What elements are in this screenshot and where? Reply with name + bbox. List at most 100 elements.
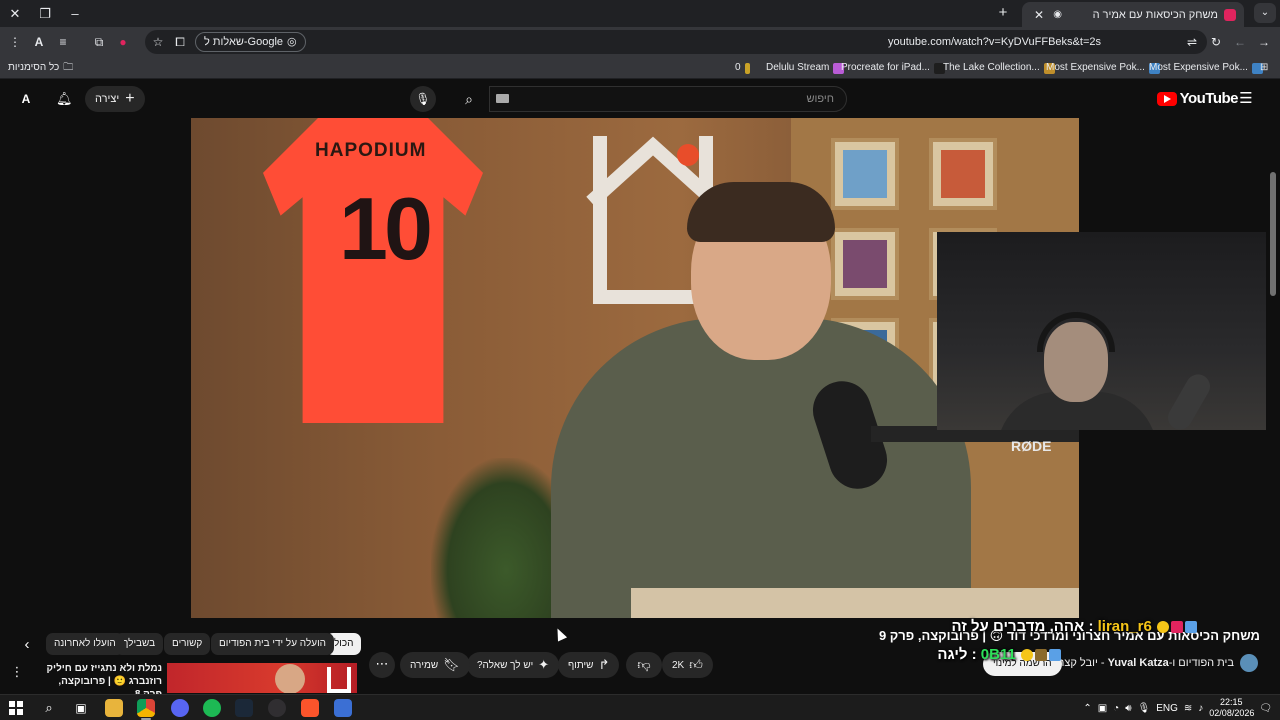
speaker-icon[interactable]: ♪ xyxy=(1198,703,1203,714)
address-bar[interactable]: ☆ ⧠ שאלות ל-Google ◎ youtube.com/watch?v… xyxy=(145,30,1207,54)
extension-icon[interactable]: ● xyxy=(114,33,132,51)
bookmark-counter[interactable]: 0 xyxy=(735,59,750,77)
guide-menu-icon[interactable]: ☰ xyxy=(1238,91,1254,107)
google-ask-chip[interactable]: שאלות ל-Google ◎ xyxy=(195,32,306,52)
mouse-cursor-icon xyxy=(552,626,568,642)
system-tray: ⌃ ▣ ◔ 🔊︎ 🎙︎ ENG ≋ ♪ 22:15 02/08/2026 🗨︎ xyxy=(1083,695,1272,720)
voice-search-icon[interactable]: 🎙︎ xyxy=(410,86,436,112)
discord-icon[interactable] xyxy=(171,699,189,717)
create-button[interactable]: יצירה + xyxy=(85,86,145,112)
chat-text: ליגה xyxy=(937,646,968,663)
forward-icon[interactable]: ← xyxy=(1231,33,1249,51)
minimize-window-icon[interactable]: – xyxy=(60,0,90,27)
channel-avatar[interactable] xyxy=(1240,654,1258,672)
account-avatar[interactable]: A xyxy=(17,90,35,108)
install-app-icon[interactable]: ⧠ xyxy=(171,33,189,51)
thumbs-down-icon: 👎︎ xyxy=(637,657,651,672)
bookmark-item[interactable]: Procreate for iPad... xyxy=(841,59,945,77)
wifi-icon[interactable]: ≋ xyxy=(1184,703,1192,714)
chat-message: 0B11 : ליגה xyxy=(937,646,1062,663)
notifications-icon[interactable]: 🗨︎ xyxy=(1259,703,1272,714)
share-icon: ↱ xyxy=(598,657,610,672)
steam-icon[interactable] xyxy=(235,699,253,717)
taskbar-search-icon[interactable]: ⌕ xyxy=(40,699,58,717)
channel-name[interactable]: בית הפודיום ו-Yuval Katza - יובל קצה xyxy=(1057,657,1234,669)
new-tab-button[interactable]: + xyxy=(994,4,1012,22)
tray-app-icon[interactable]: ▣ xyxy=(1098,703,1107,714)
keyboard-icon[interactable] xyxy=(496,94,509,103)
media-controls-icon[interactable]: ≡ xyxy=(54,33,72,51)
share-label: שיתוף xyxy=(568,659,594,671)
bookmark-item[interactable]: The Lake Collection... xyxy=(943,59,1055,77)
notifications-bell-icon[interactable]: 🔔︎ xyxy=(56,91,73,107)
tab-title: משחק הכיסאות עם אמיר ה xyxy=(1092,8,1218,21)
dislike-button[interactable]: 👎︎ xyxy=(626,652,662,678)
browser-tab-bar: ✕ ❐ – + משחק הכיסאות עם אמיר ה ◉ ✕ ⌄ xyxy=(0,0,1280,27)
clock[interactable]: 22:15 02/08/2026 xyxy=(1209,697,1254,719)
reload-icon[interactable]: ↻ xyxy=(1207,33,1225,51)
save-button[interactable]: 🔖︎ שמירה xyxy=(400,652,470,678)
site-settings-icon[interactable]: ⇌ xyxy=(1183,33,1201,51)
mic-tray-icon[interactable]: 🎙︎ xyxy=(1138,703,1151,714)
thumbs-up-icon: 👍︎ xyxy=(689,657,703,672)
chrome-icon[interactable] xyxy=(137,699,155,717)
start-button[interactable] xyxy=(9,701,23,715)
brave-icon[interactable] xyxy=(301,699,319,717)
menu-dots-icon[interactable]: ⋮ xyxy=(6,33,24,51)
share-button[interactable]: ↱ שיתוף xyxy=(558,652,620,678)
ask-button[interactable]: ✦ יש לך שאלה? xyxy=(467,652,560,678)
page-scrollbar[interactable] xyxy=(1266,80,1280,694)
chip-related[interactable]: קשורים xyxy=(164,633,211,655)
more-actions-icon[interactable]: ⋯ xyxy=(369,652,395,678)
tray-overflow-icon[interactable]: ⌃ xyxy=(1083,703,1091,714)
chip-recent[interactable]: הועלו לאחרונה xyxy=(46,633,124,655)
tab-active[interactable]: משחק הכיסאות עם אמיר ה ◉ ✕ xyxy=(1022,2,1244,27)
extensions-icon[interactable]: ⧉ xyxy=(90,33,108,51)
chat-badge-icon xyxy=(1049,649,1061,662)
scroll-thumb[interactable] xyxy=(1270,172,1276,296)
thumbnail-face xyxy=(275,664,305,693)
chip-uploaded-by[interactable]: הועלה על ידי בית הפודיום xyxy=(211,633,335,655)
back-icon[interactable]: → xyxy=(1255,33,1273,51)
chat-badge-icon xyxy=(1157,621,1169,634)
task-view-icon[interactable]: ▣ xyxy=(72,699,90,717)
bookmark-item[interactable]: Most Expensive Pok... xyxy=(1046,59,1160,77)
search-input[interactable] xyxy=(490,87,846,111)
chevron-left-icon[interactable]: ‹ xyxy=(18,634,36,656)
like-button[interactable]: 👍︎ 2K xyxy=(662,652,713,678)
bookmark-item[interactable]: Most Expensive Pok... xyxy=(1149,59,1263,77)
apps-grid-icon[interactable]: ⊞ xyxy=(1260,59,1268,77)
obs-icon[interactable] xyxy=(268,699,286,717)
channel-line-prefix: בית הפודיום ו- xyxy=(1168,657,1234,669)
chat-badge-icon xyxy=(1021,649,1033,662)
spotify-icon[interactable] xyxy=(203,699,221,717)
audio-playing-icon[interactable]: ◉ xyxy=(1048,9,1062,20)
bookmark-item[interactable]: Delulu Stream xyxy=(766,59,845,77)
volume-icon[interactable]: 🔊︎ xyxy=(1125,703,1131,714)
plus-icon: + xyxy=(125,90,135,107)
youtube-logo[interactable]: YouTube xyxy=(1156,90,1239,107)
close-window-icon[interactable]: ✕ xyxy=(0,0,30,27)
youtube-logo-text: YouTube xyxy=(1179,90,1239,107)
bookmark-star-icon[interactable]: ☆ xyxy=(149,33,167,51)
language-indicator[interactable]: ENG xyxy=(1156,703,1178,714)
all-bookmarks-button[interactable]: כל הסימניות 🗀 xyxy=(8,59,73,77)
bookmarks-bar: כל הסימניות 🗀 0 Delulu Stream Procreate … xyxy=(0,57,1280,79)
chat-badge-icon xyxy=(1185,621,1197,634)
file-explorer-icon[interactable] xyxy=(105,699,123,717)
recommendation-menu-icon[interactable]: ⋮ xyxy=(10,664,24,680)
search-icon[interactable]: ⌕ xyxy=(450,86,488,112)
network-icon[interactable]: ◔ xyxy=(1113,703,1119,714)
restore-window-icon[interactable]: ❐ xyxy=(30,0,60,27)
profile-icon[interactable]: A xyxy=(30,33,48,51)
jersey-number: 10 xyxy=(339,179,433,278)
folder-icon: 🗀 xyxy=(63,62,74,73)
recommendation-thumbnail[interactable] xyxy=(167,663,357,693)
app-icon[interactable] xyxy=(334,699,352,717)
youtube-favicon-icon xyxy=(1224,8,1236,21)
close-tab-icon[interactable]: ✕ xyxy=(1030,8,1044,22)
tab-search-button[interactable]: ⌄ xyxy=(1254,3,1276,23)
url-text: youtube.com/watch?v=KyDVuFFBeks&t=2s xyxy=(888,36,1101,48)
sparkle-icon: ✦ xyxy=(538,657,550,672)
search-field[interactable] xyxy=(489,86,847,112)
